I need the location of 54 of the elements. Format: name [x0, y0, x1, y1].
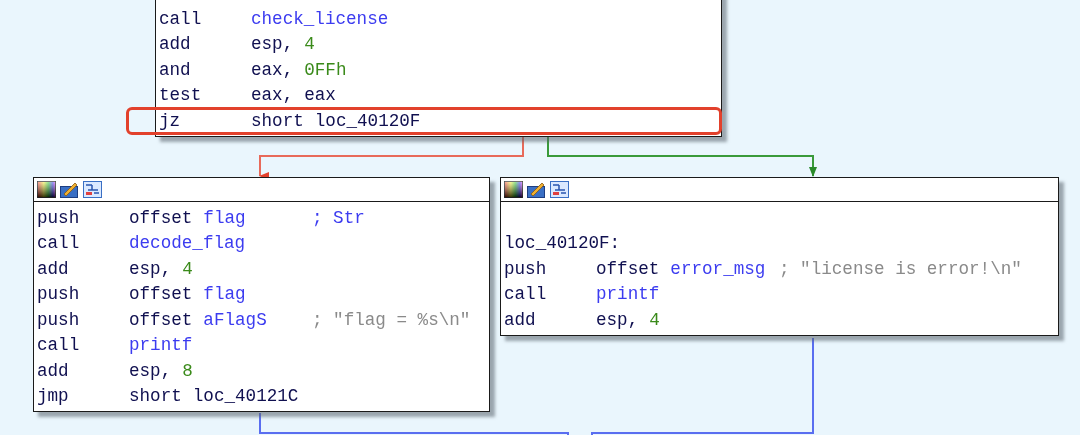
- instruction-operand: offset: [129, 207, 193, 228]
- graph-icon[interactable]: [550, 181, 569, 198]
- instruction-mnemonic: call: [159, 8, 203, 29]
- instruction-mnemonic: add: [37, 360, 70, 381]
- instruction-operand: printf: [596, 284, 660, 305]
- instruction-mnemonic: jz: [159, 110, 182, 131]
- instruction-operand: esp,: [129, 258, 172, 279]
- instruction-operand: printf: [129, 335, 193, 356]
- instruction-mnemonic: push: [37, 309, 81, 330]
- instruction-operand: eax,: [251, 85, 294, 106]
- instruction-operand: 0FFh: [304, 59, 347, 80]
- instruction-mnemonic: push: [504, 258, 548, 279]
- instruction-mnemonic: test: [159, 85, 203, 106]
- instruction-operand: esp,: [596, 309, 639, 330]
- graph-icon[interactable]: [83, 181, 102, 198]
- color-palette-icon[interactable]: [37, 181, 56, 198]
- instruction-mnemonic: jmp: [37, 386, 70, 407]
- instruction-mnemonic: and: [159, 59, 192, 80]
- instruction-operand: 4: [649, 309, 660, 330]
- instruction-operand: 8: [182, 360, 193, 381]
- instruction-operand: esp,: [251, 34, 294, 55]
- code-label: loc_40120F:: [504, 233, 621, 254]
- code-comment: ; Str: [312, 207, 365, 228]
- instruction-mnemonic: call: [37, 335, 81, 356]
- instruction-operand: 4: [304, 34, 315, 55]
- instruction-operand: eax,: [251, 59, 294, 80]
- code-comment: ; "flag = %s\n": [312, 309, 471, 330]
- pencil-icon[interactable]: [527, 181, 546, 198]
- instruction-operand: aFlagS: [203, 309, 267, 330]
- instruction-operand: eax: [304, 85, 336, 106]
- instruction-operand: offset: [129, 284, 193, 305]
- instruction-operand: flag: [203, 284, 246, 305]
- instruction-mnemonic: push: [37, 284, 81, 305]
- code-comment: ; "license is error!\n": [779, 258, 1022, 279]
- instruction-operand: flag: [203, 207, 246, 228]
- instruction-operand: 4: [182, 258, 193, 279]
- color-palette-icon[interactable]: [504, 181, 523, 198]
- pencil-icon[interactable]: [60, 181, 79, 198]
- instruction-operand: esp,: [129, 360, 172, 381]
- instruction-mnemonic: call: [37, 233, 81, 254]
- instruction-mnemonic: push: [37, 207, 81, 228]
- instruction-mnemonic: add: [159, 34, 192, 55]
- instruction-mnemonic: add: [504, 309, 537, 330]
- instruction-operand: short: [129, 386, 182, 407]
- instruction-operand: check_license: [251, 8, 389, 29]
- instruction-operand: loc_40121C: [192, 386, 299, 407]
- instruction-operand: loc_40120F: [314, 110, 421, 131]
- instruction-operand: decode_flag: [129, 233, 246, 254]
- instruction-mnemonic: add: [37, 258, 70, 279]
- instruction-operand: offset: [596, 258, 660, 279]
- instruction-operand: offset: [129, 309, 193, 330]
- instruction-operand: short: [251, 110, 304, 131]
- instruction-operand: error_msg: [670, 258, 766, 279]
- instruction-mnemonic: call: [504, 284, 548, 305]
